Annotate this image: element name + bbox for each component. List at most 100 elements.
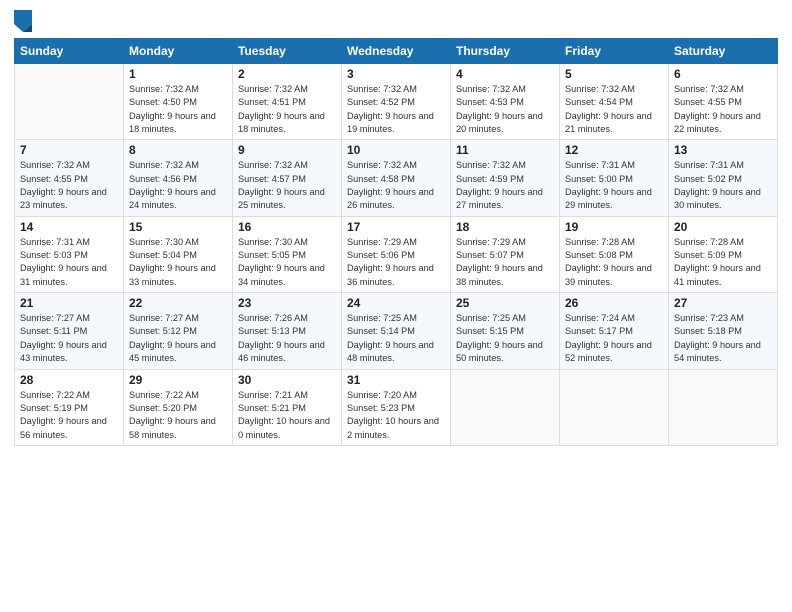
sunrise-text: Sunrise: 7:32 AM: [347, 84, 417, 94]
sunrise-text: Sunrise: 7:22 AM: [129, 390, 199, 400]
sunset-text: Sunset: 4:52 PM: [347, 97, 415, 107]
calendar-cell: 23 Sunrise: 7:26 AM Sunset: 5:13 PM Dayl…: [233, 293, 342, 369]
cell-text: Sunrise: 7:20 AM Sunset: 5:23 PM Dayligh…: [347, 389, 445, 442]
day-number: 16: [238, 220, 336, 234]
day-number: 15: [129, 220, 227, 234]
cell-text: Sunrise: 7:31 AM Sunset: 5:03 PM Dayligh…: [20, 236, 118, 289]
day-number: 27: [674, 296, 772, 310]
daylight-text: Daylight: 9 hours and 23 minutes.: [20, 187, 107, 210]
cell-text: Sunrise: 7:29 AM Sunset: 5:06 PM Dayligh…: [347, 236, 445, 289]
sunset-text: Sunset: 5:19 PM: [20, 403, 88, 413]
sunset-text: Sunset: 5:05 PM: [238, 250, 306, 260]
weekday-header-tuesday: Tuesday: [233, 39, 342, 64]
cell-text: Sunrise: 7:31 AM Sunset: 5:02 PM Dayligh…: [674, 159, 772, 212]
day-number: 23: [238, 296, 336, 310]
calendar-cell: [451, 369, 560, 445]
cell-text: Sunrise: 7:32 AM Sunset: 4:59 PM Dayligh…: [456, 159, 554, 212]
header: [14, 10, 778, 32]
daylight-text: Daylight: 9 hours and 45 minutes.: [129, 340, 216, 363]
sunrise-text: Sunrise: 7:27 AM: [20, 313, 90, 323]
calendar-cell: [669, 369, 778, 445]
calendar-cell: 13 Sunrise: 7:31 AM Sunset: 5:02 PM Dayl…: [669, 140, 778, 216]
sunset-text: Sunset: 5:18 PM: [674, 326, 742, 336]
daylight-text: Daylight: 9 hours and 38 minutes.: [456, 263, 543, 286]
daylight-text: Daylight: 9 hours and 18 minutes.: [238, 111, 325, 134]
calendar-cell: 9 Sunrise: 7:32 AM Sunset: 4:57 PM Dayli…: [233, 140, 342, 216]
sunrise-text: Sunrise: 7:30 AM: [238, 237, 308, 247]
cell-text: Sunrise: 7:21 AM Sunset: 5:21 PM Dayligh…: [238, 389, 336, 442]
sunset-text: Sunset: 5:13 PM: [238, 326, 306, 336]
calendar-cell: 22 Sunrise: 7:27 AM Sunset: 5:12 PM Dayl…: [124, 293, 233, 369]
cell-text: Sunrise: 7:32 AM Sunset: 4:58 PM Dayligh…: [347, 159, 445, 212]
sunset-text: Sunset: 5:08 PM: [565, 250, 633, 260]
daylight-text: Daylight: 9 hours and 27 minutes.: [456, 187, 543, 210]
sunset-text: Sunset: 5:20 PM: [129, 403, 197, 413]
sunrise-text: Sunrise: 7:32 AM: [565, 84, 635, 94]
weekday-header-friday: Friday: [560, 39, 669, 64]
daylight-text: Daylight: 9 hours and 19 minutes.: [347, 111, 434, 134]
sunrise-text: Sunrise: 7:21 AM: [238, 390, 308, 400]
calendar-cell: 25 Sunrise: 7:25 AM Sunset: 5:15 PM Dayl…: [451, 293, 560, 369]
sunset-text: Sunset: 5:00 PM: [565, 174, 633, 184]
calendar-cell: 14 Sunrise: 7:31 AM Sunset: 5:03 PM Dayl…: [15, 216, 124, 292]
sunrise-text: Sunrise: 7:31 AM: [20, 237, 90, 247]
day-number: 21: [20, 296, 118, 310]
day-number: 20: [674, 220, 772, 234]
calendar-cell: 26 Sunrise: 7:24 AM Sunset: 5:17 PM Dayl…: [560, 293, 669, 369]
daylight-text: Daylight: 9 hours and 20 minutes.: [456, 111, 543, 134]
sunset-text: Sunset: 5:21 PM: [238, 403, 306, 413]
weekday-header-row: SundayMondayTuesdayWednesdayThursdayFrid…: [15, 39, 778, 64]
daylight-text: Daylight: 9 hours and 24 minutes.: [129, 187, 216, 210]
sunrise-text: Sunrise: 7:32 AM: [347, 160, 417, 170]
sunrise-text: Sunrise: 7:32 AM: [129, 160, 199, 170]
sunrise-text: Sunrise: 7:25 AM: [347, 313, 417, 323]
calendar-cell: 5 Sunrise: 7:32 AM Sunset: 4:54 PM Dayli…: [560, 64, 669, 140]
day-number: 31: [347, 373, 445, 387]
cell-text: Sunrise: 7:24 AM Sunset: 5:17 PM Dayligh…: [565, 312, 663, 365]
daylight-text: Daylight: 9 hours and 18 minutes.: [129, 111, 216, 134]
daylight-text: Daylight: 9 hours and 52 minutes.: [565, 340, 652, 363]
daylight-text: Daylight: 9 hours and 21 minutes.: [565, 111, 652, 134]
cell-text: Sunrise: 7:25 AM Sunset: 5:15 PM Dayligh…: [456, 312, 554, 365]
sunset-text: Sunset: 4:55 PM: [674, 97, 742, 107]
calendar-cell: 17 Sunrise: 7:29 AM Sunset: 5:06 PM Dayl…: [342, 216, 451, 292]
sunset-text: Sunset: 5:23 PM: [347, 403, 415, 413]
daylight-text: Daylight: 9 hours and 56 minutes.: [20, 416, 107, 439]
day-number: 3: [347, 67, 445, 81]
sunrise-text: Sunrise: 7:31 AM: [565, 160, 635, 170]
sunrise-text: Sunrise: 7:28 AM: [674, 237, 744, 247]
cell-text: Sunrise: 7:30 AM Sunset: 5:05 PM Dayligh…: [238, 236, 336, 289]
calendar-cell: 21 Sunrise: 7:27 AM Sunset: 5:11 PM Dayl…: [15, 293, 124, 369]
calendar-cell: 2 Sunrise: 7:32 AM Sunset: 4:51 PM Dayli…: [233, 64, 342, 140]
day-number: 24: [347, 296, 445, 310]
sunset-text: Sunset: 5:14 PM: [347, 326, 415, 336]
day-number: 12: [565, 143, 663, 157]
calendar-cell: 28 Sunrise: 7:22 AM Sunset: 5:19 PM Dayl…: [15, 369, 124, 445]
weekday-header-thursday: Thursday: [451, 39, 560, 64]
sunset-text: Sunset: 4:51 PM: [238, 97, 306, 107]
sunset-text: Sunset: 4:50 PM: [129, 97, 197, 107]
sunset-text: Sunset: 5:06 PM: [347, 250, 415, 260]
calendar-cell: 20 Sunrise: 7:28 AM Sunset: 5:09 PM Dayl…: [669, 216, 778, 292]
daylight-text: Daylight: 9 hours and 50 minutes.: [456, 340, 543, 363]
day-number: 29: [129, 373, 227, 387]
calendar-cell: 3 Sunrise: 7:32 AM Sunset: 4:52 PM Dayli…: [342, 64, 451, 140]
calendar-cell: 15 Sunrise: 7:30 AM Sunset: 5:04 PM Dayl…: [124, 216, 233, 292]
daylight-text: Daylight: 9 hours and 58 minutes.: [129, 416, 216, 439]
calendar-cell: 1 Sunrise: 7:32 AM Sunset: 4:50 PM Dayli…: [124, 64, 233, 140]
weekday-header-monday: Monday: [124, 39, 233, 64]
day-number: 9: [238, 143, 336, 157]
sunset-text: Sunset: 4:55 PM: [20, 174, 88, 184]
day-number: 2: [238, 67, 336, 81]
cell-text: Sunrise: 7:25 AM Sunset: 5:14 PM Dayligh…: [347, 312, 445, 365]
daylight-text: Daylight: 9 hours and 41 minutes.: [674, 263, 761, 286]
cell-text: Sunrise: 7:22 AM Sunset: 5:20 PM Dayligh…: [129, 389, 227, 442]
calendar-cell: 4 Sunrise: 7:32 AM Sunset: 4:53 PM Dayli…: [451, 64, 560, 140]
cell-text: Sunrise: 7:32 AM Sunset: 4:53 PM Dayligh…: [456, 83, 554, 136]
calendar-cell: [15, 64, 124, 140]
calendar-table: SundayMondayTuesdayWednesdayThursdayFrid…: [14, 38, 778, 446]
sunset-text: Sunset: 5:11 PM: [20, 326, 87, 336]
day-number: 4: [456, 67, 554, 81]
day-number: 1: [129, 67, 227, 81]
sunset-text: Sunset: 5:03 PM: [20, 250, 88, 260]
